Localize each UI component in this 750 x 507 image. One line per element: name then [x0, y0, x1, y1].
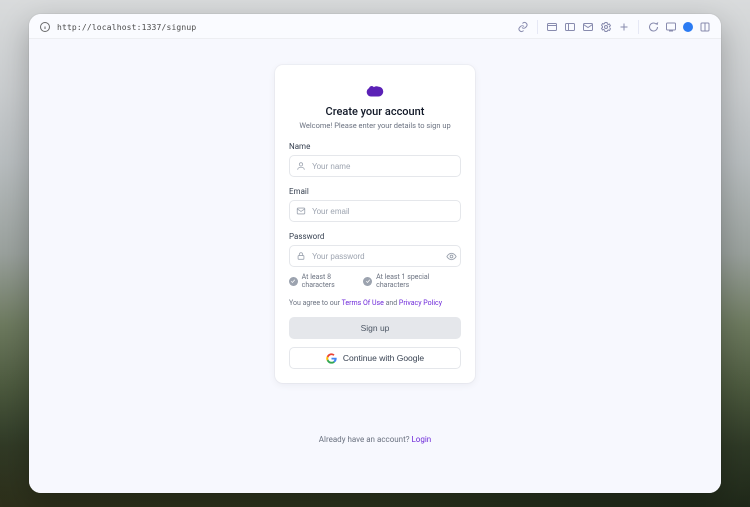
lock-icon	[294, 251, 308, 261]
privacy-link[interactable]: Privacy Policy	[399, 299, 442, 307]
google-logo-icon	[326, 353, 337, 364]
layout-icon[interactable]	[699, 21, 711, 33]
panel-icon[interactable]	[564, 21, 576, 33]
email-label: Email	[289, 187, 461, 196]
mail-icon[interactable]	[582, 21, 594, 33]
desktop-background: http://localhost:1337/signup	[0, 0, 750, 507]
card-title: Create your account	[289, 105, 461, 118]
window-icon[interactable]	[546, 21, 558, 33]
check-icon	[289, 277, 298, 286]
check-icon	[363, 277, 372, 286]
user-icon	[294, 161, 308, 171]
app-logo-icon	[364, 83, 386, 99]
agreement-text: You agree to our Terms Of Use and Privac…	[289, 299, 461, 307]
password-requirements: At least 8 characters At least 1 special…	[289, 273, 461, 289]
mail-input-icon	[294, 206, 308, 216]
browser-toolbar	[517, 20, 711, 34]
google-signup-button[interactable]: Continue with Google	[289, 347, 461, 369]
google-button-label: Continue with Google	[343, 353, 424, 363]
name-label: Name	[289, 142, 461, 151]
status-dot-icon[interactable]	[683, 22, 693, 32]
login-link[interactable]: Login	[411, 435, 431, 444]
plus-icon[interactable]	[618, 21, 630, 33]
requirement-length: At least 8 characters	[289, 273, 363, 289]
eye-icon	[446, 251, 457, 262]
agree-prefix: You agree to our	[289, 299, 342, 307]
site-info-icon[interactable]	[39, 21, 51, 33]
address-left: http://localhost:1337/signup	[39, 21, 196, 33]
login-footer: Already have an account? Login	[29, 435, 721, 444]
password-input[interactable]	[308, 252, 442, 261]
password-input-wrap[interactable]	[289, 245, 461, 267]
card-subtitle: Welcome! Please enter your details to si…	[289, 121, 461, 130]
name-input[interactable]	[308, 162, 460, 171]
toolbar-separator	[638, 20, 639, 34]
link-icon[interactable]	[517, 21, 529, 33]
terms-link[interactable]: Terms Of Use	[342, 299, 384, 307]
gear-icon[interactable]	[600, 21, 612, 33]
devtools-icon[interactable]	[665, 21, 677, 33]
agree-mid: and	[384, 299, 399, 307]
signup-card: Create your account Welcome! Please ente…	[275, 65, 475, 383]
login-prompt: Already have an account?	[319, 435, 412, 444]
browser-window: http://localhost:1337/signup	[29, 14, 721, 493]
requirement-special: At least 1 special characters	[363, 273, 461, 289]
name-input-wrap[interactable]	[289, 155, 461, 177]
url-text[interactable]: http://localhost:1337/signup	[57, 23, 196, 32]
email-field: Email	[289, 187, 461, 222]
signup-button[interactable]: Sign up	[289, 317, 461, 339]
requirement-length-text: At least 8 characters	[302, 273, 364, 289]
viewport: Create your account Welcome! Please ente…	[29, 39, 721, 493]
password-label: Password	[289, 232, 461, 241]
name-field: Name	[289, 142, 461, 177]
email-input[interactable]	[308, 207, 460, 216]
toolbar-separator	[537, 20, 538, 34]
chat-icon[interactable]	[647, 21, 659, 33]
address-bar: http://localhost:1337/signup	[29, 14, 721, 39]
toggle-password-visibility[interactable]	[442, 251, 460, 262]
password-field: Password	[289, 232, 461, 267]
email-input-wrap[interactable]	[289, 200, 461, 222]
requirement-special-text: At least 1 special characters	[376, 273, 461, 289]
